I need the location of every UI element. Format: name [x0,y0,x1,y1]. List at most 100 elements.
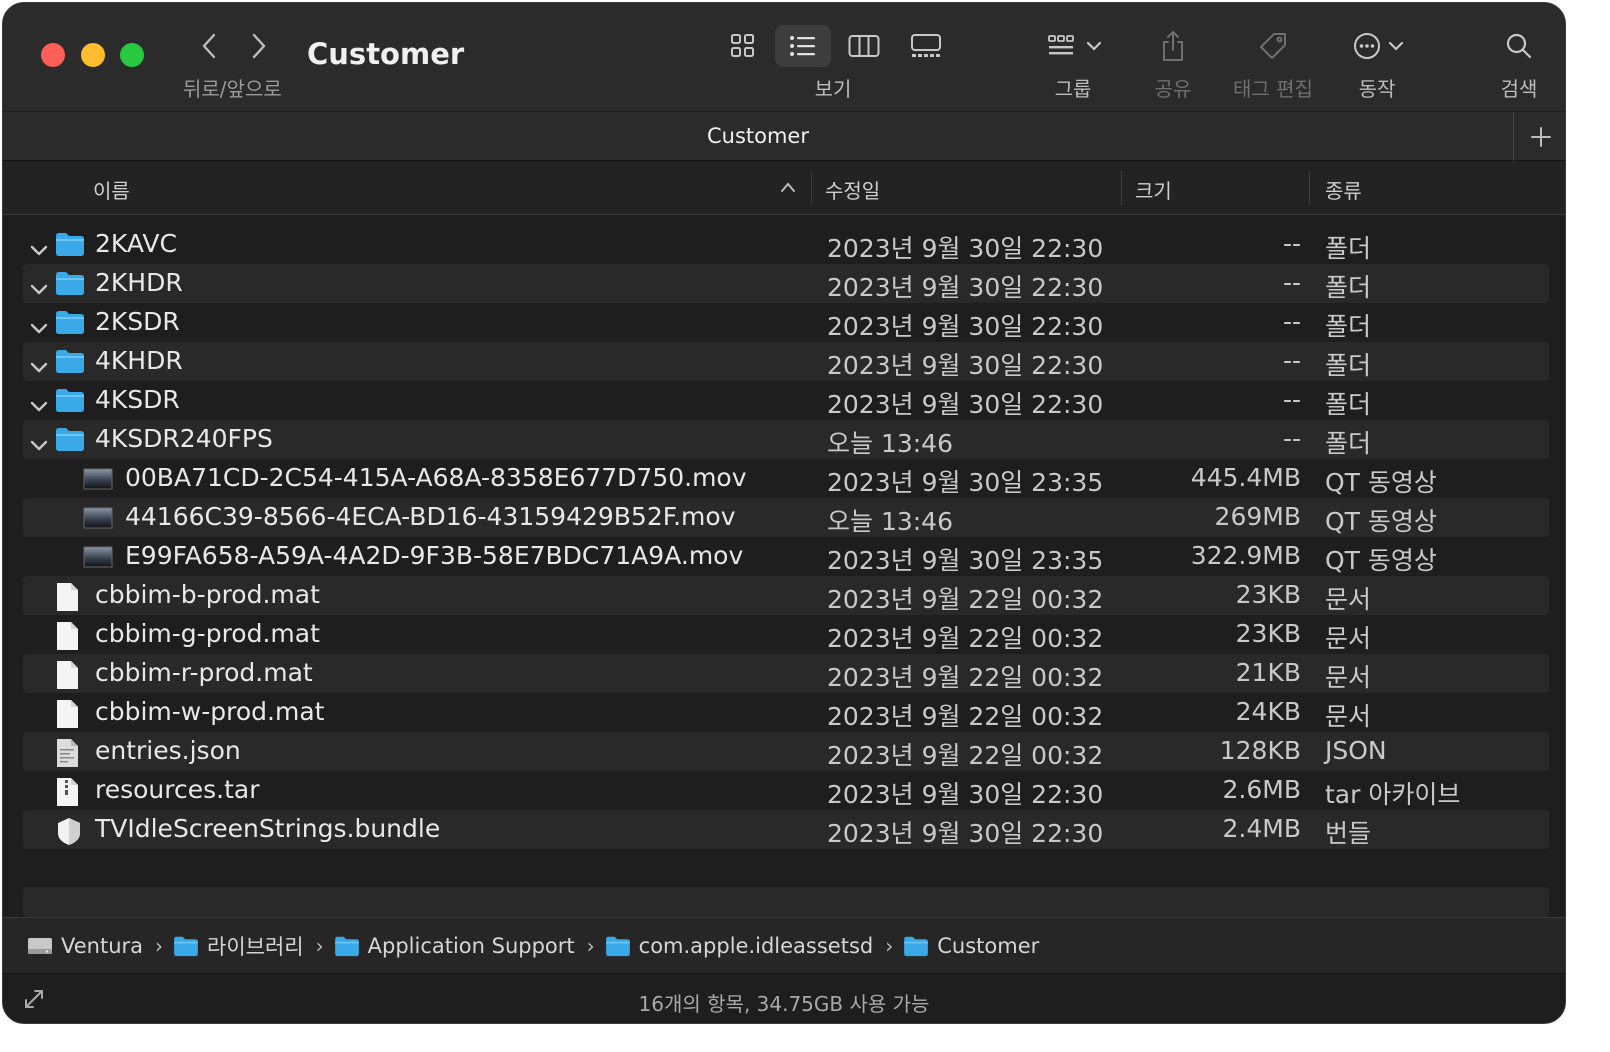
column-kind[interactable]: 종류 [1325,175,1362,204]
disclosure-chevron-icon[interactable] [29,313,49,342]
status-bar: 16개의 항목, 34.75GB 사용 가능 [3,973,1565,1023]
edit-tags-label: 태그 편집 [1233,77,1313,101]
column-size[interactable]: 크기 [1135,175,1172,204]
path-item[interactable]: Ventura [27,934,143,958]
file-row[interactable]: 44166C39-8566-4ECA-BD16-43159429B52F.mov… [23,498,1549,537]
file-name: 4KSDR [95,385,180,414]
folder-icon [173,935,199,957]
new-tab-button[interactable] [1513,112,1565,162]
file-date: 2023년 9월 22일 00:32 [827,585,1104,614]
document-icon [55,699,79,735]
view-label: 보기 [814,77,852,101]
file-kind: 문서 [1325,585,1372,614]
tab-bar: Customer [3,111,1565,162]
file-size: 24KB [1235,697,1301,726]
path-item[interactable]: Application Support [334,934,575,958]
column-separator [1121,171,1122,205]
file-date: 2023년 9월 30일 23:35 [827,546,1104,575]
file-row[interactable]: cbbim-w-prod.mat 2023년 9월 22일 00:32 24KB 문서 [23,693,1549,732]
file-row[interactable]: cbbim-r-prod.mat 2023년 9월 22일 00:32 21KB 문서 [23,654,1549,693]
path-bar: Ventura › 라이브러리 › Application Support › com.ap… [3,917,1565,973]
file-kind: 문서 [1325,663,1372,692]
action-label: 동작 [1358,77,1396,101]
file-row[interactable]: E99FA658-A59A-4A2D-9F3B-58E7BDC71A9A.mov… [23,537,1549,576]
column-header: 이름 수정일 크기 종류 [3,161,1565,215]
file-size: -- [1282,229,1301,258]
gallery-view-button[interactable] [901,25,951,67]
path-separator-icon: › [586,933,595,958]
file-list: 2KAVC 2023년 9월 30일 22:30 -- 폴더 2KHDR 2023년 9월… [23,225,1549,849]
list-view-button[interactable] [775,25,831,67]
column-view-button[interactable] [841,25,887,67]
file-name: cbbim-g-prod.mat [95,619,320,648]
file-name: 4KSDR240FPS [95,424,273,453]
path-item[interactable]: com.apple.idleassetsd [605,933,874,958]
forward-button[interactable] [241,29,277,63]
share-button[interactable] [1153,25,1193,67]
disclosure-chevron-icon[interactable] [29,430,49,459]
tab-customer[interactable]: Customer [3,124,1513,148]
action-button[interactable] [1347,25,1411,67]
disclosure-chevron-icon[interactable] [29,235,49,264]
file-size: 128KB [1219,736,1301,765]
file-date: 2023년 9월 30일 22:30 [827,780,1104,809]
file-kind: QT 동영상 [1325,468,1437,497]
icon-view-button[interactable] [721,25,765,67]
path-item[interactable]: 라이브러리 [173,931,304,961]
file-row[interactable]: 2KHDR 2023년 9월 30일 22:30 -- 폴더 [23,264,1549,303]
maximize-button[interactable] [120,43,144,67]
file-size: -- [1282,268,1301,297]
column-separator [811,171,812,205]
file-size: 23KB [1235,580,1301,609]
file-row[interactable]: 4KSDR240FPS 오늘 13:46 -- 폴더 [23,420,1549,459]
group-button[interactable] [1039,25,1111,67]
path-item[interactable]: Customer [903,934,1039,958]
column-date[interactable]: 수정일 [825,175,880,204]
file-row[interactable]: 4KHDR 2023년 9월 30일 22:30 -- 폴더 [23,342,1549,381]
empty-row [23,887,1549,917]
share-label: 공유 [1154,77,1192,101]
disclosure-chevron-icon[interactable] [29,352,49,381]
edit-tags-button[interactable] [1253,25,1293,67]
share-icon [1163,31,1183,61]
file-row[interactable]: 00BA71CD-2C54-415A-A68A-8358E677D750.mov… [23,459,1549,498]
status-text: 16개의 항목, 34.75GB 사용 가능 [638,992,930,1016]
file-row[interactable]: entries.json 2023년 9월 22일 00:32 128KB JSON [23,732,1549,771]
disclosure-chevron-icon[interactable] [29,274,49,303]
search-button[interactable] [1499,25,1539,67]
file-date: 2023년 9월 30일 23:35 [827,468,1104,497]
file-row[interactable]: cbbim-g-prod.mat 2023년 9월 22일 00:32 23KB 문서 [23,615,1549,654]
file-date: 2023년 9월 30일 22:30 [827,390,1104,419]
file-name: entries.json [95,736,241,765]
file-row[interactable]: 2KAVC 2023년 9월 30일 22:30 -- 폴더 [23,225,1549,264]
chevron-right-icon [252,33,266,59]
file-date: 2023년 9월 30일 22:30 [827,273,1104,302]
file-row[interactable]: 4KSDR 2023년 9월 30일 22:30 -- 폴더 [23,381,1549,420]
minimize-button[interactable] [81,43,105,67]
file-row[interactable]: TVIdleScreenStrings.bundle 2023년 9월 30일 2… [23,810,1549,849]
file-kind: 문서 [1325,624,1372,653]
file-size: -- [1282,385,1301,414]
path-item-label: com.apple.idleassetsd [638,933,874,958]
file-row[interactable]: resources.tar 2023년 9월 30일 22:30 2.6MB tar … [23,771,1549,810]
close-button[interactable] [41,43,65,67]
folder-icon [55,348,85,380]
file-row[interactable]: 2KSDR 2023년 9월 30일 22:30 -- 폴더 [23,303,1549,342]
folder-icon [55,309,85,341]
path-item-label: Application Support [367,933,575,958]
file-kind: 폴더 [1325,351,1372,380]
file-size: 2.4MB [1222,814,1301,843]
sort-ascending-icon [781,182,795,192]
disclosure-chevron-icon[interactable] [29,391,49,420]
back-button[interactable] [191,29,227,63]
column-name[interactable]: 이름 [93,175,130,204]
folder-icon [55,387,85,419]
file-size: 269MB [1214,502,1301,531]
bundle-icon [55,816,83,852]
file-date: 오늘 13:46 [827,507,953,536]
file-row[interactable]: cbbim-b-prod.mat 2023년 9월 22일 00:32 23KB 문서 [23,576,1549,615]
json-file-icon [55,738,79,774]
file-name: cbbim-w-prod.mat [95,697,325,726]
file-date: 2023년 9월 30일 22:30 [827,351,1104,380]
file-date: 2023년 9월 22일 00:32 [827,624,1104,653]
